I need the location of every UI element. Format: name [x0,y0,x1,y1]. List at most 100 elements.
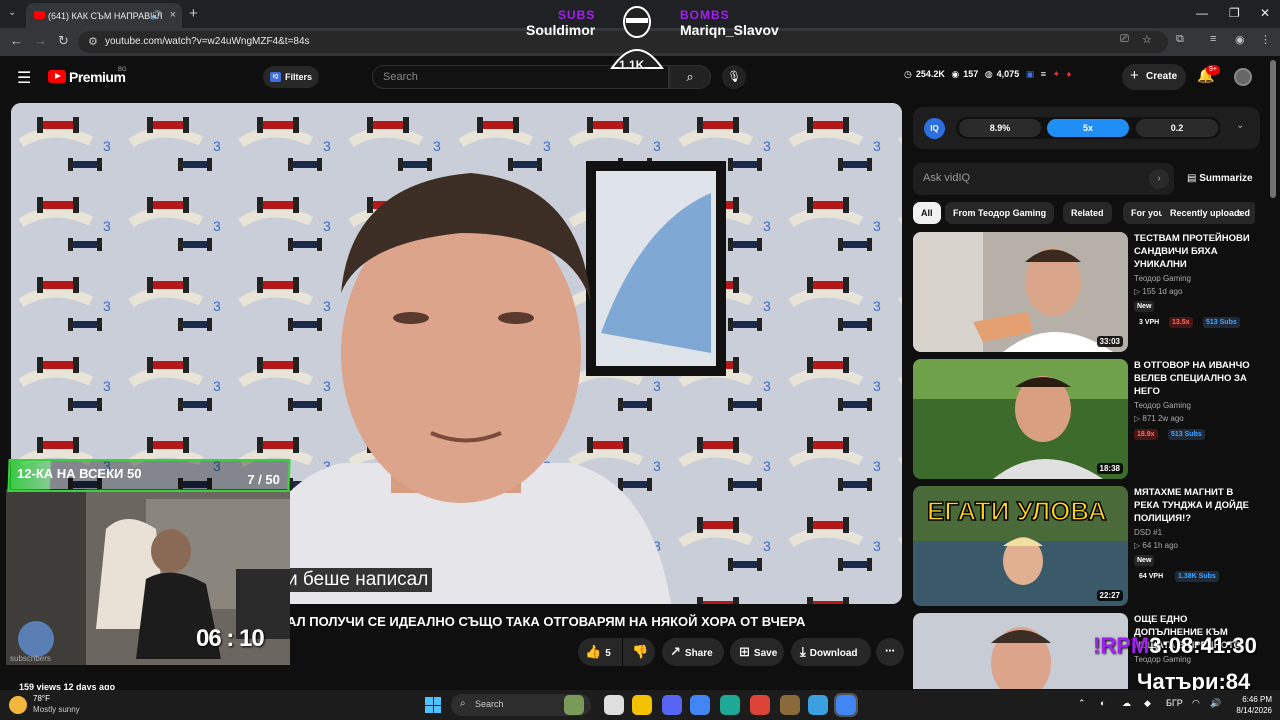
chevron-right-icon[interactable]: › [1238,206,1242,220]
file-explorer-icon[interactable] [632,695,652,715]
minimize-icon[interactable]: — [1196,6,1208,20]
volume-icon[interactable]: 🔊 [1210,698,1221,709]
channel-name[interactable]: Теодор Gaming [1134,274,1191,283]
thumbnail-image: ЕГАТИ УЛОВА [913,486,1128,606]
forward-icon[interactable]: → [34,33,47,48]
chrome-icon[interactable] [690,695,710,715]
browser-tab-active[interactable]: (641) КАК СЪМ НАПРАВИЛ 🔊 × [26,3,182,28]
list-item[interactable]: 18:38 В ОТГОВОР НА ИВАНЧО ВЕЛЕВ СПЕЦИАЛН… [913,359,1263,481]
ask-submit-icon[interactable]: › [1149,169,1169,189]
window-close-icon[interactable]: ✕ [1260,6,1270,20]
tab-title: (641) КАК СЪМ НАПРАВИЛ [48,11,163,21]
chip-all[interactable]: All [913,202,941,224]
channel-name[interactable]: DSD #1 [1134,528,1162,537]
account-avatar[interactable] [1234,68,1252,86]
page-scrollbar[interactable] [1270,60,1276,198]
browser-menu-icon[interactable]: ⋮ [1260,33,1271,46]
voice-search-button[interactable]: 🎙 [722,65,746,89]
app-icon[interactable] [780,695,800,715]
search-button[interactable]: ⌕ [669,65,711,89]
hamburger-menu-icon[interactable]: ☰ [17,68,31,88]
list-item[interactable]: ЕГАТИ УЛОВА 22:27 МЯТАХМЕ МАГНИТ В РЕКА … [913,486,1263,608]
discord-icon[interactable] [662,695,682,715]
tab-close-icon[interactable]: × [170,9,176,21]
tray-app-icon[interactable]: ◆ [1144,698,1151,709]
eye-icon: ◉ [951,69,960,79]
app-icon[interactable] [808,695,828,715]
cast-icon[interactable]: ⎚ [1120,33,1129,46]
share-button[interactable]: ↗ Share [662,638,724,666]
like-button[interactable]: 👍 5 [578,638,622,666]
tray-app-icon[interactable]: ◐ [1100,698,1105,708]
thumbs-up-icon: 👍 [585,644,602,659]
overlay-latest-bomb: Mariqn_Slavov [680,22,779,38]
vidiq-metric-multiplier[interactable]: 5x [1047,119,1129,137]
reading-list-icon[interactable]: ≡ [1210,33,1216,45]
bookmark-star-icon[interactable]: ☆ [1142,33,1152,46]
weather-sun-icon[interactable] [9,696,27,714]
video-duration: 33:03 [1096,336,1123,347]
save-button[interactable]: ⊞ Save [730,638,784,666]
caption-line-2: АЛ ПОЛУЧИ СЕ ИДЕАЛНО СЪЩО ТАКА ОТГОВАРЯМ… [287,614,806,629]
filters-button[interactable]: IQ Filters [263,66,319,88]
chrome-profile-icon[interactable] [750,695,770,715]
url-text[interactable]: youtube.com/watch?v=w24uWngMZF4&t=84s [105,36,310,47]
bell-alert-icon[interactable]: ♦ [1067,69,1072,79]
video-title[interactable]: В ОТГОВОР НА ИВАНЧО ВЕЛЕВ СПЕЦИАЛНО ЗА Н… [1134,359,1256,398]
list-item[interactable]: 33:03 ТЕСТВАМ ПРОТЕЙНОВИ САНДВИЧИ БЯХА У… [913,232,1263,354]
vidiq-panel: IQ 8.9% 5x 0.2 ⌄ [913,107,1260,149]
video-title[interactable]: МЯТАХМЕ МАГНИТ В РЕКА ТУНДЖА И ДОЙДЕ ПОЛ… [1134,486,1256,525]
task-view-icon[interactable] [604,695,624,715]
dislike-button[interactable]: 👎 [623,638,655,666]
vidiq-icon[interactable]: ▣ [1026,69,1035,79]
video-thumbnail[interactable]: 18:38 [913,359,1128,479]
recommendation-chips: All From Теодор Gaming Related For you R… [913,202,1255,226]
more-actions-button[interactable]: ⋯ [876,638,904,666]
back-icon[interactable]: ← [10,33,23,48]
audio-playing-icon[interactable]: 🔊 [151,10,162,21]
video-title[interactable]: ТЕСТВАМ ПРОТЕЙНОВИ САНДВИЧИ БЯХА УНИКАЛН… [1134,232,1256,271]
video-thumbnail[interactable]: ЕГАТИ УЛОВА 22:27 [913,486,1128,606]
video-thumbnail[interactable]: 33:03 [913,232,1128,352]
new-tab-icon[interactable]: + [189,5,198,22]
stat-watching: 157 [963,69,979,79]
extensions-icon[interactable]: ⧉ [1176,33,1184,46]
timer-seconds: 10 [239,625,265,652]
goal-label: 12-КА НА ВСЕКИ 50 [16,466,142,481]
tray-app-icon[interactable]: ☁ [1122,698,1131,709]
tray-overflow-icon[interactable]: ⌃ [1078,698,1086,709]
vidiq-metric-engagement[interactable]: 8.9% [959,119,1041,137]
site-info-icon[interactable]: ⚙ [88,35,98,48]
ask-vidiq-input[interactable] [923,172,1143,184]
create-button[interactable]: + Create [1122,64,1186,90]
chip-related[interactable]: Related [1063,202,1112,224]
video-meta: ▷ 871 2w ago [1134,414,1184,423]
summarize-button[interactable]: ▤ Summarize [1187,173,1253,184]
vidiq-logo-icon[interactable]: IQ [924,118,945,139]
language-indicator[interactable]: БГР [1166,698,1183,708]
wifi-icon[interactable]: ◠ [1192,698,1200,709]
chevron-down-icon[interactable]: ⌄ [1236,120,1244,131]
share-icon: ↗ [670,644,681,659]
weather-condition[interactable]: Mostly sunny [33,705,80,714]
app-icon[interactable] [720,695,740,715]
channel-name[interactable]: Теодор Gaming [1134,401,1191,410]
reload-icon[interactable]: ↻ [58,33,69,49]
tab-search-icon[interactable]: ⌄ [8,7,16,18]
download-button[interactable]: ⤓ Download [791,638,871,666]
trophy-icon[interactable]: ✦ [1053,69,1061,79]
vidiq-metrics: 8.9% 5x 0.2 [956,117,1221,139]
start-windows-icon[interactable] [425,697,441,713]
profile-icon[interactable]: ◉ [1235,33,1245,46]
widgets-app-icon[interactable] [564,695,584,715]
maximize-icon[interactable]: ❐ [1229,6,1240,20]
system-clock[interactable]: 6:46 PM 8/14/2026 [1232,694,1272,716]
youtube-brand[interactable]: Premium [69,69,126,85]
list-icon[interactable]: ≡ [1041,69,1046,79]
vidiq-metric-score[interactable]: 0.2 [1136,119,1218,137]
youtube-logo-icon[interactable] [48,70,66,83]
chip-from-channel[interactable]: From Теодор Gaming [945,202,1055,224]
chrome-active-icon[interactable] [834,693,858,717]
rpm-time: 3:08:41:30 [1149,633,1257,658]
weather-temperature[interactable]: 78°F [33,694,50,703]
